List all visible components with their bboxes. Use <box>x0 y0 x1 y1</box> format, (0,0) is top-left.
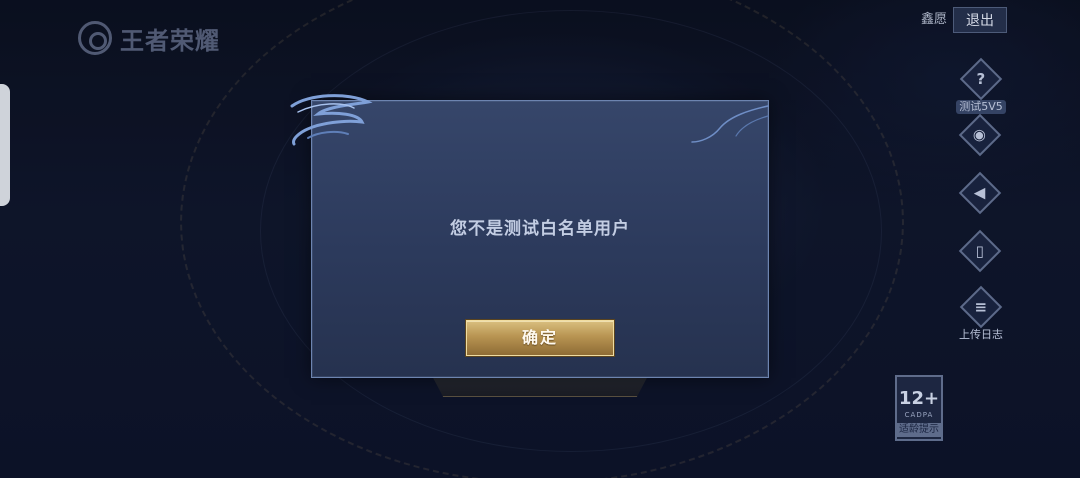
dialog-message: 您不是测试白名单用户 <box>450 219 630 239</box>
logout-button[interactable]: 退出 <box>953 7 1007 33</box>
question-icon: ? <box>959 57 1003 101</box>
side-item-gamepad[interactable]: ◉ <box>958 113 1002 157</box>
age-rating-number: 12+ <box>898 388 940 409</box>
side-item-label: 测试5V5 <box>956 100 1006 114</box>
side-item-device[interactable]: ▯ <box>958 229 1002 273</box>
game-logo: 王者荣耀 <box>78 20 220 56</box>
age-rating-badge[interactable]: 12+ CADPA 适龄提示 <box>895 375 943 441</box>
user-name: 鑫愿 <box>921 12 948 27</box>
age-rating-tip: 适龄提示 <box>897 423 941 437</box>
clipboard-icon: ≡ <box>959 285 1003 329</box>
side-item-label: 上传日志 <box>959 328 1003 341</box>
confirm-button[interactable]: 确定 <box>466 320 614 356</box>
age-rating-org: CADPA <box>904 411 934 419</box>
logo-text: 王者荣耀 <box>120 26 220 55</box>
speaker-icon: ◀ <box>958 171 1002 215</box>
floating-edge-tab[interactable] <box>0 84 10 206</box>
side-item-sound[interactable]: ◀ <box>958 171 1002 215</box>
gamepad-icon: ◉ <box>958 113 1002 157</box>
dialog-ornament-left <box>290 94 373 146</box>
side-item-test-5v5[interactable]: ? 测试5V5 <box>946 57 1016 114</box>
dialog-ornament-right <box>691 105 769 143</box>
phone-icon: ▯ <box>958 229 1002 273</box>
logo-icon <box>78 21 112 55</box>
side-item-upload-log[interactable]: ≡ 上传日志 <box>946 285 1016 342</box>
